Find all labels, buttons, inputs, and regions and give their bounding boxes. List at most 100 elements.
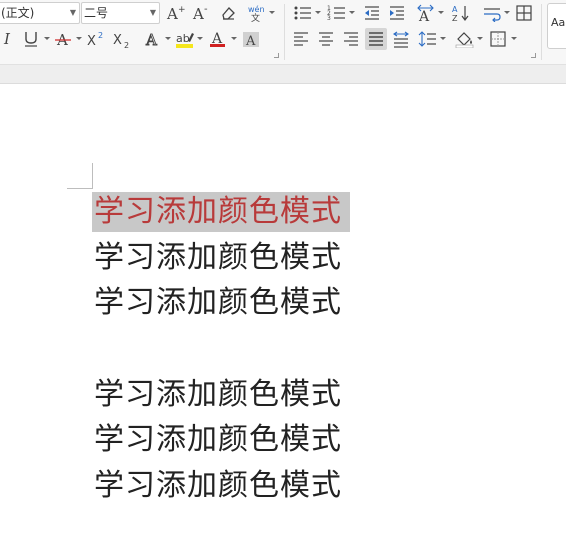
text-effects-button[interactable]: A — [140, 28, 172, 50]
font-name-value: (正文) — [1, 6, 35, 20]
distributed-align-icon — [393, 31, 409, 48]
workspace-background — [0, 65, 566, 84]
document-line[interactable]: 学习添加颜色模式 — [94, 420, 342, 460]
chevron-down-icon — [269, 11, 275, 14]
svg-text:X: X — [113, 33, 122, 48]
sort-icon: AZ — [452, 5, 469, 22]
sort-button[interactable]: AZ — [450, 2, 472, 24]
svg-text:2: 2 — [98, 31, 103, 40]
svg-text:A: A — [192, 5, 204, 22]
ribbon-toolbar: (正文) ▼ 二号 ▼ A+ A- wén文 I A X2 X2 A ab — [0, 0, 566, 65]
eraser-icon — [222, 7, 235, 20]
font-color-button[interactable]: A — [206, 28, 238, 50]
svg-text:2: 2 — [124, 41, 129, 48]
align-center-button[interactable] — [315, 28, 337, 50]
strikethrough-icon: A — [55, 31, 71, 48]
chevron-down-icon: ▼ — [149, 8, 156, 17]
increase-indent-button[interactable] — [386, 2, 408, 24]
align-left-button[interactable] — [290, 28, 312, 50]
chevron-down-icon — [315, 11, 321, 14]
grow-font-button[interactable]: A + — [164, 2, 186, 24]
text-effects-icon: A — [145, 31, 158, 48]
justify-button[interactable] — [365, 28, 387, 50]
strikethrough-button[interactable]: A — [51, 28, 83, 50]
document-line[interactable]: 学习添加颜色模式 — [94, 466, 342, 506]
shading-button[interactable] — [452, 28, 484, 50]
svg-text:-: - — [204, 4, 208, 15]
font-size-value: 二号 — [84, 6, 109, 20]
underline-button[interactable] — [19, 28, 51, 50]
document-line-selected[interactable]: 学习添加颜色模式 — [92, 192, 350, 232]
superscript-icon: X2 — [87, 31, 103, 48]
margin-corner-mark — [67, 188, 93, 189]
shrink-font-icon: A- — [192, 4, 208, 22]
italic-icon: I — [4, 29, 10, 48]
document-line[interactable]: 学习添加颜色模式 — [94, 375, 342, 415]
chevron-down-icon — [44, 37, 50, 40]
grow-font-icon: A + — [166, 5, 185, 22]
distributed-align-button[interactable] — [390, 28, 412, 50]
increase-indent-icon — [390, 6, 404, 20]
table-layout-button[interactable] — [513, 2, 535, 24]
chevron-down-icon — [197, 37, 203, 40]
numbered-list-icon: 123 — [327, 5, 345, 22]
text-direction-button[interactable]: A — [413, 2, 445, 24]
svg-text:+: + — [178, 5, 185, 15]
align-left-icon — [294, 32, 308, 46]
table-grid-icon — [516, 5, 532, 21]
svg-text:A: A — [452, 5, 458, 14]
clear-format-button[interactable] — [217, 2, 239, 24]
align-right-icon — [344, 32, 358, 46]
subscript-button[interactable]: X2 — [111, 28, 133, 50]
bullets-button[interactable] — [290, 2, 322, 24]
align-right-button[interactable] — [340, 28, 362, 50]
show-hide-marks-button[interactable] — [479, 2, 511, 24]
borders-button[interactable] — [486, 28, 518, 50]
svg-text:A: A — [145, 31, 157, 48]
chevron-down-icon — [511, 37, 517, 40]
shrink-font-button[interactable]: A- — [190, 2, 212, 24]
svg-text:wén: wén — [248, 4, 265, 14]
font-size-combo[interactable]: 二号 ▼ — [81, 2, 160, 24]
group-separator — [284, 4, 285, 60]
font-dialog-launcher-icon[interactable] — [274, 53, 279, 58]
decrease-indent-button[interactable] — [361, 2, 383, 24]
svg-text:A: A — [418, 9, 430, 22]
chevron-down-icon — [504, 11, 510, 14]
svg-text:ab: ab — [176, 32, 190, 45]
highlighter-icon: ab — [176, 32, 194, 48]
underline-icon — [25, 32, 37, 47]
numbering-button[interactable]: 123 — [324, 2, 356, 24]
svg-text:A: A — [245, 34, 256, 48]
align-center-icon — [319, 32, 333, 46]
paint-bucket-icon — [455, 32, 474, 48]
text-direction-icon: A — [417, 4, 434, 22]
decrease-indent-icon — [365, 6, 379, 20]
bullet-list-icon — [294, 6, 311, 20]
line-spacing-icon — [418, 31, 436, 47]
phonetic-guide-button[interactable]: wén 文 — [244, 2, 276, 24]
line-spacing-button[interactable] — [415, 28, 447, 50]
chevron-down-icon — [349, 11, 355, 14]
group-separator — [541, 4, 542, 60]
chevron-down-icon — [438, 11, 444, 14]
font-name-combo[interactable]: (正文) ▼ — [0, 2, 80, 24]
highlight-color-button[interactable]: ab — [172, 28, 204, 50]
chevron-down-icon — [477, 37, 483, 40]
italic-button[interactable]: I — [0, 28, 18, 50]
document-line[interactable]: 学习添加颜色模式 — [94, 238, 342, 278]
font-color-icon: A — [210, 31, 225, 47]
margin-corner-mark — [92, 163, 93, 189]
chevron-down-icon: ▼ — [69, 8, 76, 17]
character-shading-button[interactable]: A — [240, 28, 262, 50]
chevron-down-icon — [440, 37, 446, 40]
superscript-button[interactable]: X2 — [85, 28, 107, 50]
chevron-down-icon — [165, 37, 171, 40]
svg-text:Z: Z — [452, 14, 458, 22]
svg-text:文: 文 — [251, 12, 260, 22]
style-gallery-item[interactable]: Aa — [547, 3, 566, 49]
document-line[interactable]: 学习添加颜色模式 — [94, 283, 342, 323]
paragraph-marks-icon — [484, 8, 501, 22]
paragraph-dialog-launcher-icon[interactable] — [531, 53, 536, 58]
phonetic-guide-icon: wén文 — [248, 4, 265, 22]
